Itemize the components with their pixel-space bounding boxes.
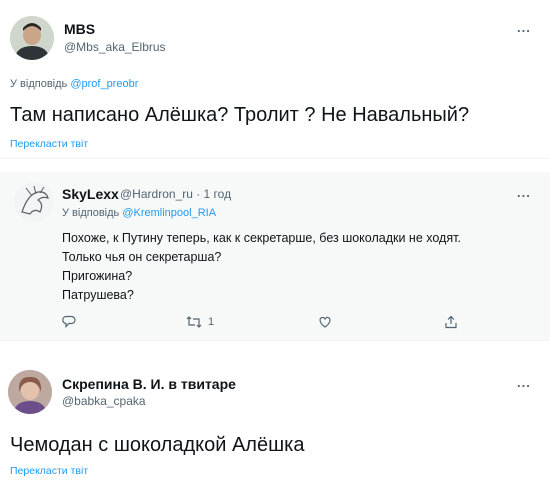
display-name[interactable]: MBS: [64, 21, 95, 37]
divider: [0, 158, 550, 159]
tweet-line: Только чья он секретарша?: [62, 250, 222, 264]
tweet-skrepina[interactable]: Скрепина В. И. в твитаре @babka_cpaka ..…: [0, 356, 550, 486]
user-photo-icon: [10, 16, 54, 60]
share-icon: [445, 315, 457, 329]
user-handle[interactable]: @Mbs_aka_Elbrus: [64, 40, 166, 54]
avatar[interactable]: [10, 16, 54, 60]
more-options-icon[interactable]: ...: [517, 20, 531, 35]
tweet-text: Там написано Алёшка? Тролит ? Не Навальн…: [10, 104, 470, 126]
display-name[interactable]: Скрепина В. И. в твитаре: [62, 376, 236, 392]
user-photo-icon: [8, 370, 52, 414]
display-name[interactable]: SkyLexx: [62, 186, 119, 202]
user-handle-and-time[interactable]: @Hardron_ru · 1 год: [120, 187, 231, 201]
avatar[interactable]: [8, 370, 52, 414]
reply-context: У відповідь @Kremlinpool_RIA: [62, 207, 216, 219]
like-icon: [319, 316, 331, 328]
reply-to-link[interactable]: @Kremlinpool_RIA: [122, 207, 216, 219]
tweet-line: Пригожина?: [62, 269, 133, 283]
avatar[interactable]: [14, 182, 54, 222]
tweet-skylexx[interactable]: SkyLexx @Hardron_ru · 1 год ... У відпов…: [0, 172, 550, 340]
reply-icon: [62, 315, 76, 328]
share-button[interactable]: [444, 315, 458, 329]
retweet-count: 1: [208, 316, 215, 328]
reply-prefix: У відповідь: [62, 207, 120, 219]
like-button[interactable]: [318, 315, 332, 329]
tweet-text: Чемодан с шоколадкой Алёшка: [10, 434, 305, 456]
retweet-icon: [186, 316, 202, 328]
user-handle[interactable]: @babka_cpaka: [62, 394, 146, 408]
retweet-button[interactable]: 1: [186, 315, 214, 329]
reply-prefix: У відповідь: [10, 78, 68, 90]
divider: [0, 340, 550, 341]
translate-link[interactable]: Перекласти твіт: [10, 138, 88, 150]
reply-context: У відповідь @prof_preobr: [10, 78, 138, 90]
tweet-line: Патрушева?: [62, 288, 134, 302]
reply-button[interactable]: [62, 315, 76, 329]
more-options-icon[interactable]: ...: [517, 185, 531, 200]
translate-link[interactable]: Перекласти твіт: [10, 465, 88, 477]
dragon-sketch-icon: [14, 182, 54, 222]
tweet-line: Похоже, к Путину теперь, как к секретарш…: [62, 231, 461, 245]
reply-to-link[interactable]: @prof_preobr: [70, 78, 138, 90]
more-options-icon[interactable]: ...: [517, 375, 531, 390]
tweet-mbs[interactable]: MBS @Mbs_aka_Elbrus ... У відповідь @pro…: [0, 0, 550, 158]
